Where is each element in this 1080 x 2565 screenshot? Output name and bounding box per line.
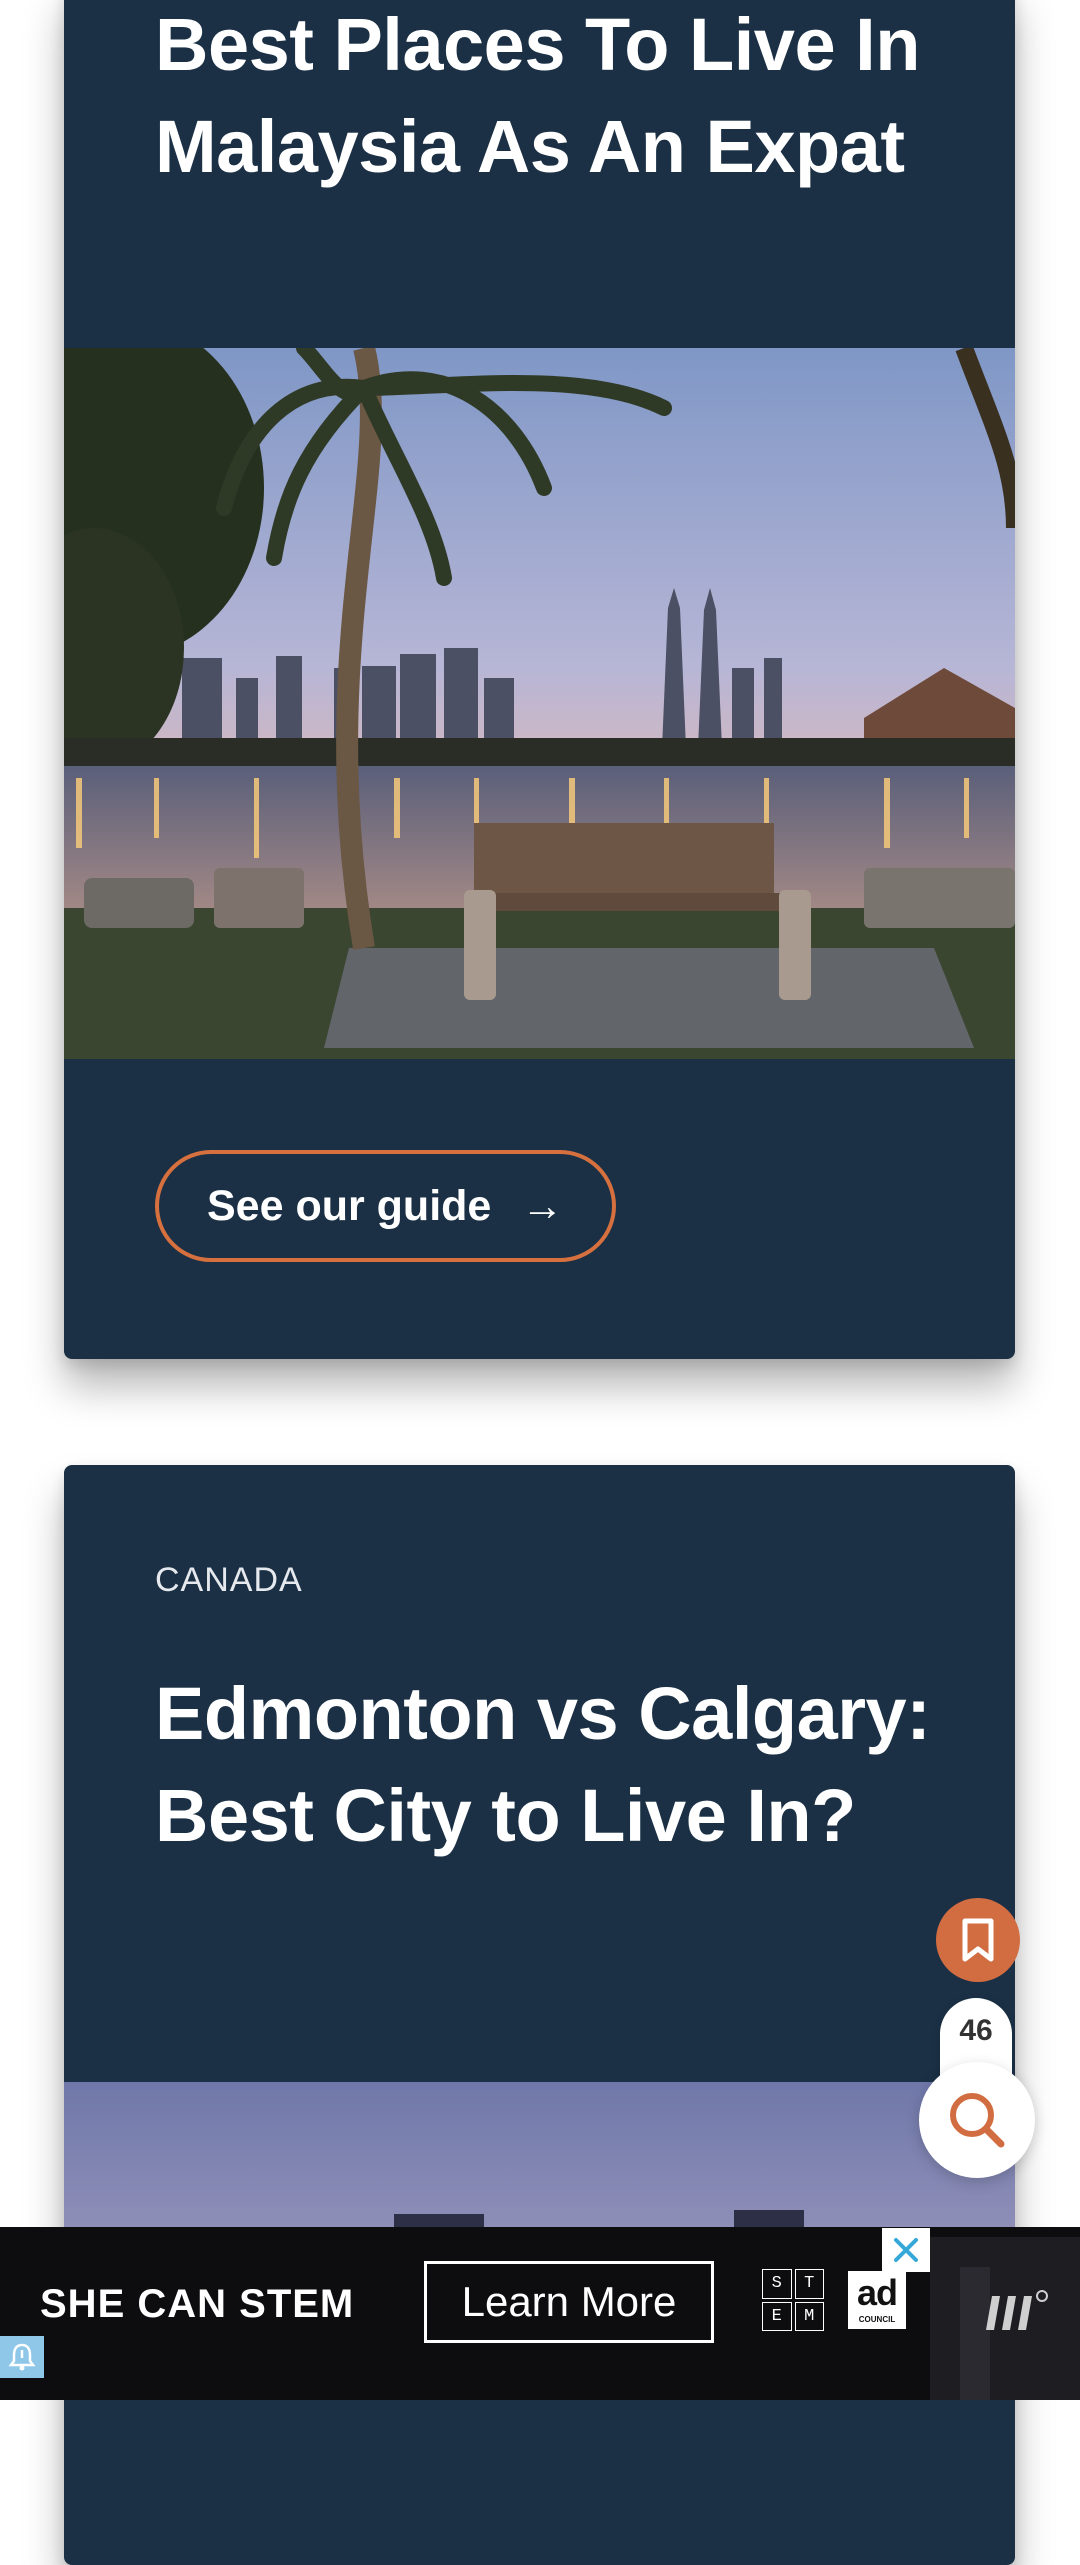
stem-logo-letter: M <box>794 2301 824 2331</box>
arrow-right-icon: → <box>521 1182 564 1229</box>
article-image[interactable] <box>64 2082 1015 2232</box>
ad-headline: SHE CAN STEM <box>40 2282 355 2326</box>
article-card-malaysia[interactable]: Best Places To Live In Malaysia As An Ex… <box>64 0 1015 1359</box>
ad-council-logo-text: ad <box>856 2272 898 2313</box>
see-guide-button[interactable]: See our guide → <box>155 1150 616 1262</box>
search-button[interactable] <box>919 2062 1035 2178</box>
ad-council-logo: ad COUNCIL <box>848 2271 906 2329</box>
notification-button[interactable] <box>0 2336 44 2378</box>
ad-close-button[interactable] <box>882 2228 930 2272</box>
close-icon <box>894 2238 918 2262</box>
article-image[interactable] <box>64 348 1015 1059</box>
article-title[interactable]: Edmonton vs Calgary: Best City to Live I… <box>155 1663 955 1867</box>
search-icon <box>950 2093 1005 2148</box>
stem-logo: S T E M <box>762 2269 824 2331</box>
see-guide-label: See our guide <box>207 1181 492 1230</box>
article-card-edmonton-calgary[interactable]: CANADA Edmonton vs Calgary: Best City to… <box>64 1465 1015 2565</box>
stem-logo-letter: T <box>794 2269 824 2299</box>
article-category[interactable]: CANADA <box>155 1561 303 1600</box>
ad-learn-more-button[interactable]: Learn More <box>424 2261 714 2343</box>
stem-logo-letter: S <box>762 2269 792 2299</box>
ad-council-logo-sub: COUNCIL <box>858 2315 896 2324</box>
stem-logo-letter: E <box>762 2301 792 2331</box>
brand-mark-icon <box>986 2290 1048 2330</box>
bell-icon <box>8 2343 36 2371</box>
bookmark-icon <box>962 1918 994 1962</box>
bookmark-button[interactable] <box>936 1898 1020 1982</box>
article-title[interactable]: Best Places To Live In Malaysia As An Ex… <box>155 0 955 198</box>
